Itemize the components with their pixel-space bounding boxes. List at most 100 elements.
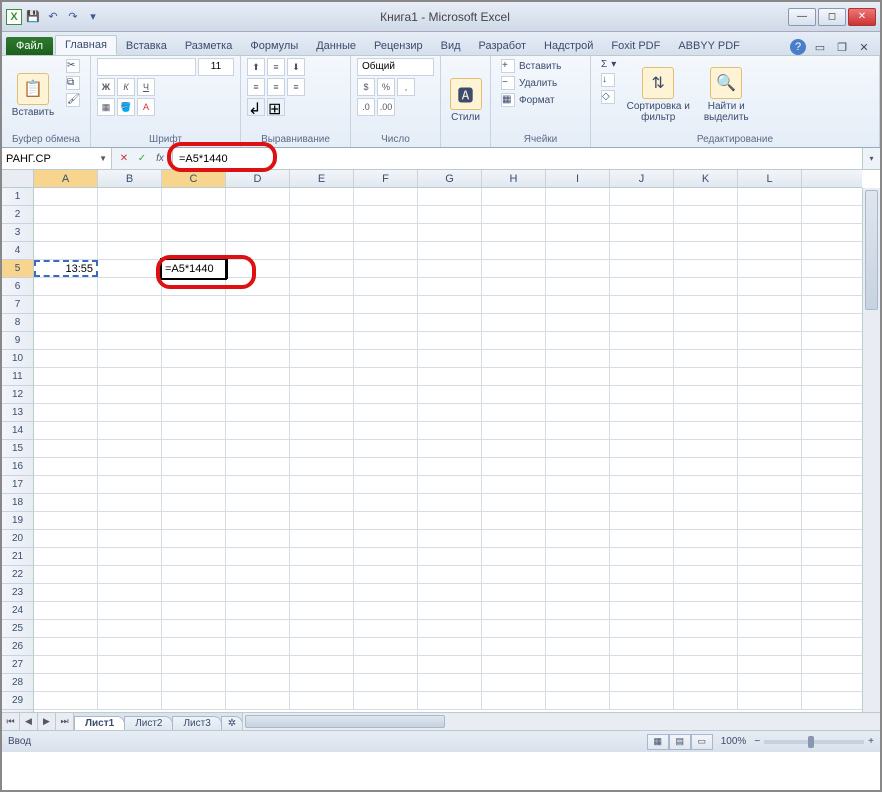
cell-I12[interactable] xyxy=(546,386,610,403)
font-size-dropdown[interactable]: 11 xyxy=(198,58,234,76)
column-header-G[interactable]: G xyxy=(418,170,482,187)
cell-E2[interactable] xyxy=(290,206,354,223)
cell-D28[interactable] xyxy=(226,674,290,691)
cell-E14[interactable] xyxy=(290,422,354,439)
cell-F2[interactable] xyxy=(354,206,418,223)
cell-I28[interactable] xyxy=(546,674,610,691)
cell-D5[interactable] xyxy=(226,260,290,277)
cell-B12[interactable] xyxy=(98,386,162,403)
cell-J8[interactable] xyxy=(610,314,674,331)
cell-A18[interactable] xyxy=(34,494,98,511)
cell-C21[interactable] xyxy=(162,548,226,565)
cell-I14[interactable] xyxy=(546,422,610,439)
cell-A22[interactable] xyxy=(34,566,98,583)
cell-B1[interactable] xyxy=(98,188,162,205)
cell-C23[interactable] xyxy=(162,584,226,601)
cell-H29[interactable] xyxy=(482,692,546,709)
cell-G16[interactable] xyxy=(418,458,482,475)
name-dropdown-icon[interactable]: ▼ xyxy=(99,154,107,163)
column-header-J[interactable]: J xyxy=(610,170,674,187)
zoom-level[interactable]: 100% xyxy=(721,736,747,747)
cell-K24[interactable] xyxy=(674,602,738,619)
comma-button[interactable]: , xyxy=(397,78,415,96)
cell-H4[interactable] xyxy=(482,242,546,259)
cell-J25[interactable] xyxy=(610,620,674,637)
cell-F27[interactable] xyxy=(354,656,418,673)
cell-L20[interactable] xyxy=(738,530,802,547)
cell-J21[interactable] xyxy=(610,548,674,565)
cell-G2[interactable] xyxy=(418,206,482,223)
cell-F22[interactable] xyxy=(354,566,418,583)
cell-C3[interactable] xyxy=(162,224,226,241)
cell-B5[interactable] xyxy=(98,260,162,277)
cell-G7[interactable] xyxy=(418,296,482,313)
cell-L27[interactable] xyxy=(738,656,802,673)
cell-H11[interactable] xyxy=(482,368,546,385)
cell-F25[interactable] xyxy=(354,620,418,637)
cell-A17[interactable] xyxy=(34,476,98,493)
cell-J4[interactable] xyxy=(610,242,674,259)
align-middle-button[interactable]: ≡ xyxy=(267,58,285,76)
cell-E13[interactable] xyxy=(290,404,354,421)
column-header-F[interactable]: F xyxy=(354,170,418,187)
cell-D25[interactable] xyxy=(226,620,290,637)
copy-button[interactable]: ⧉ xyxy=(62,75,84,91)
currency-button[interactable]: $ xyxy=(357,78,375,96)
cell-H18[interactable] xyxy=(482,494,546,511)
cell-I18[interactable] xyxy=(546,494,610,511)
cell-A26[interactable] xyxy=(34,638,98,655)
cell-I26[interactable] xyxy=(546,638,610,655)
cell-E4[interactable] xyxy=(290,242,354,259)
new-sheet-button[interactable]: ✲ xyxy=(221,716,243,730)
cell-B28[interactable] xyxy=(98,674,162,691)
zoom-out-button[interactable]: − xyxy=(754,736,760,747)
number-format-dropdown[interactable]: Общий xyxy=(357,58,434,76)
cell-J17[interactable] xyxy=(610,476,674,493)
cell-B9[interactable] xyxy=(98,332,162,349)
cell-L22[interactable] xyxy=(738,566,802,583)
cell-H7[interactable] xyxy=(482,296,546,313)
cell-A3[interactable] xyxy=(34,224,98,241)
cell-G29[interactable] xyxy=(418,692,482,709)
cell-E19[interactable] xyxy=(290,512,354,529)
cell-G28[interactable] xyxy=(418,674,482,691)
cell-B29[interactable] xyxy=(98,692,162,709)
cell-B17[interactable] xyxy=(98,476,162,493)
cell-A16[interactable] xyxy=(34,458,98,475)
cell-C22[interactable] xyxy=(162,566,226,583)
cell-D11[interactable] xyxy=(226,368,290,385)
tab-layout[interactable]: Разметка xyxy=(176,37,242,55)
cell-I20[interactable] xyxy=(546,530,610,547)
cell-K3[interactable] xyxy=(674,224,738,241)
tab-review[interactable]: Рецензир xyxy=(365,37,432,55)
cell-A15[interactable] xyxy=(34,440,98,457)
doc-close-icon[interactable]: ✕ xyxy=(856,39,872,55)
cell-A2[interactable] xyxy=(34,206,98,223)
cell-I17[interactable] xyxy=(546,476,610,493)
align-top-button[interactable]: ⬆ xyxy=(247,58,265,76)
cell-A28[interactable] xyxy=(34,674,98,691)
cell-G15[interactable] xyxy=(418,440,482,457)
cell-E20[interactable] xyxy=(290,530,354,547)
cell-E8[interactable] xyxy=(290,314,354,331)
cell-C14[interactable] xyxy=(162,422,226,439)
cell-C20[interactable] xyxy=(162,530,226,547)
cell-K4[interactable] xyxy=(674,242,738,259)
cell-H26[interactable] xyxy=(482,638,546,655)
cell-E27[interactable] xyxy=(290,656,354,673)
cell-B25[interactable] xyxy=(98,620,162,637)
cell-L28[interactable] xyxy=(738,674,802,691)
cell-C10[interactable] xyxy=(162,350,226,367)
cell-D13[interactable] xyxy=(226,404,290,421)
cell-F10[interactable] xyxy=(354,350,418,367)
cell-I4[interactable] xyxy=(546,242,610,259)
cell-L13[interactable] xyxy=(738,404,802,421)
doc-restore-icon[interactable]: ❐ xyxy=(834,39,850,55)
cell-D3[interactable] xyxy=(226,224,290,241)
cell-J18[interactable] xyxy=(610,494,674,511)
cell-A4[interactable] xyxy=(34,242,98,259)
cell-L15[interactable] xyxy=(738,440,802,457)
formula-input[interactable]: =A5*1440 xyxy=(173,148,862,169)
cell-J6[interactable] xyxy=(610,278,674,295)
cell-E21[interactable] xyxy=(290,548,354,565)
